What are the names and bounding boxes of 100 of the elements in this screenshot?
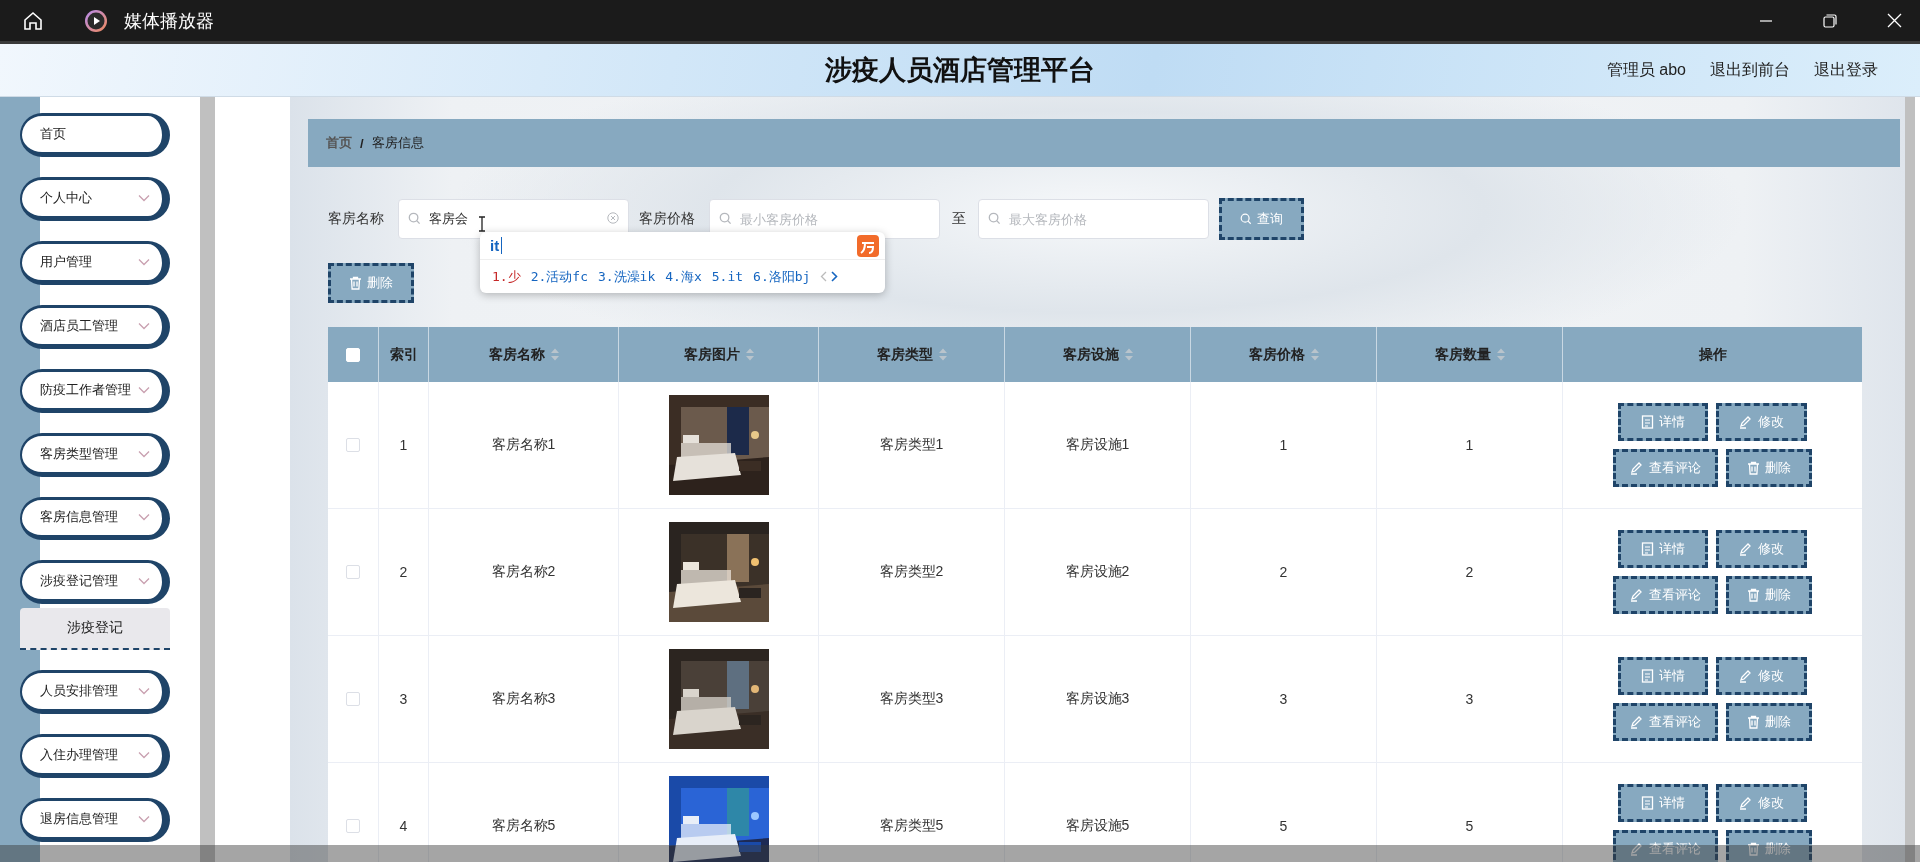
room-type-cell: 客房类型1 [879, 436, 944, 454]
sidebar-item[interactable]: 首页 [20, 113, 170, 157]
index-cell: 4 [399, 818, 408, 834]
select-all-checkbox[interactable] [346, 347, 360, 362]
document-icon [1641, 669, 1654, 683]
trash-icon [1747, 715, 1760, 729]
sidebar-item[interactable]: 人员安排管理 [20, 670, 170, 715]
room-facility-cell: 客房设施3 [1065, 690, 1130, 708]
breadcrumb-separator: / [360, 135, 364, 151]
quantity-cell: 2 [1465, 564, 1474, 580]
trash-icon [1747, 461, 1760, 475]
caret-icon [138, 449, 150, 458]
caret-icon [138, 257, 150, 266]
close-icon[interactable] [1887, 13, 1902, 28]
price-cell: 5 [1279, 818, 1288, 834]
sort-icon[interactable] [1310, 348, 1319, 361]
search-icon [988, 212, 1001, 225]
row-checkbox[interactable] [346, 692, 360, 706]
scrollbar[interactable] [200, 97, 215, 862]
sidebar-item[interactable]: 涉疫登记管理 [20, 560, 170, 605]
header-link[interactable]: 退出登录 [1814, 59, 1878, 81]
pencil-icon [1739, 796, 1753, 810]
restore-icon[interactable] [1823, 13, 1837, 28]
max-price-field[interactable]: 最大客房价格 [978, 199, 1209, 239]
trash-icon [1747, 842, 1760, 856]
pencil-icon [1630, 842, 1644, 856]
ime-candidate[interactable]: 2.活动fc [530, 267, 588, 286]
sidebar-subitem[interactable]: 涉疫登记 [20, 608, 170, 651]
column-header[interactable]: 客房类型 [818, 327, 1004, 382]
sidebar-item[interactable]: 个人中心 [20, 176, 170, 221]
column-header[interactable]: 客房名称 [428, 327, 618, 382]
price-cell: 3 [1279, 691, 1288, 707]
range-separator: 至 [952, 210, 966, 228]
document-icon [1641, 796, 1654, 810]
room-name-cell: 客房名称2 [491, 563, 556, 581]
scrollbar[interactable] [1905, 97, 1915, 862]
pencil-icon [1739, 669, 1753, 683]
quantity-cell: 1 [1465, 437, 1474, 453]
ime-candidate[interactable]: 5.it [711, 269, 744, 284]
field-label: 客房价格 [639, 210, 696, 228]
sort-icon[interactable] [1496, 348, 1505, 361]
sidebar-item[interactable]: 防疫工作者管理 [20, 368, 170, 413]
home-icon[interactable] [22, 9, 44, 32]
index-cell: 3 [399, 691, 408, 707]
index-cell: 2 [399, 564, 408, 580]
column-header[interactable]: 客房设施 [1004, 327, 1190, 382]
breadcrumb-item: 客房信息 [371, 134, 424, 152]
room-facility-cell: 客房设施2 [1065, 563, 1130, 581]
caret-icon [138, 687, 150, 696]
index-cell: 1 [399, 437, 408, 453]
column-header[interactable]: 客房图片 [618, 327, 818, 382]
window-title: 媒体播放器 [124, 9, 214, 33]
sidebar-item[interactable]: 客房信息管理 [20, 496, 170, 541]
caret-icon [138, 321, 150, 330]
sort-icon[interactable] [1124, 348, 1133, 361]
play-icon [84, 8, 108, 33]
pencil-icon [1630, 715, 1644, 729]
room-facility-cell: 客房设施5 [1065, 817, 1130, 835]
header-link[interactable]: 退出到前台 [1710, 59, 1790, 81]
sidebar-item[interactable]: 客房类型管理 [20, 432, 170, 477]
trash-icon [1747, 588, 1760, 602]
caret-icon [138, 751, 150, 760]
pencil-icon [1630, 461, 1644, 475]
pencil-icon [1739, 415, 1753, 429]
caret-icon [138, 815, 150, 824]
column-header: 操作 [1562, 327, 1862, 382]
text-cursor-icon [478, 216, 486, 232]
ime-candidate[interactable]: 6.洛阳bj [753, 267, 811, 286]
room-name-cell: 客房名称3 [491, 690, 556, 708]
room-type-cell: 客房类型5 [879, 817, 944, 835]
row-checkbox[interactable] [346, 819, 360, 833]
room-name-cell: 客房名称5 [491, 817, 556, 835]
document-icon [1641, 542, 1654, 556]
sidebar-item[interactable]: 用户管理 [20, 240, 170, 285]
sidebar-item[interactable]: 退房信息管理 [20, 798, 170, 843]
ime-composition: it [490, 237, 503, 254]
pencil-icon [1739, 542, 1753, 556]
search-icon [408, 212, 421, 225]
clear-icon[interactable] [607, 212, 619, 224]
column-header[interactable]: 客房数量 [1376, 327, 1562, 382]
ime-candidate[interactable]: 4.海x [665, 267, 702, 286]
room-type-cell: 客房类型3 [879, 690, 944, 708]
sort-icon[interactable] [550, 348, 559, 361]
sort-icon[interactable] [745, 348, 754, 361]
breadcrumb-item[interactable]: 首页 [326, 134, 352, 152]
row-checkbox[interactable] [346, 565, 360, 579]
sidebar-item[interactable]: 酒店员工管理 [20, 304, 170, 349]
price-cell: 1 [1279, 437, 1288, 453]
sort-icon[interactable] [938, 348, 947, 361]
pencil-icon [1630, 588, 1644, 602]
caret-icon [138, 385, 150, 394]
column-header[interactable]: 客房价格 [1190, 327, 1376, 382]
caret-icon [138, 513, 150, 522]
search-icon [1240, 213, 1252, 225]
row-checkbox[interactable] [346, 438, 360, 452]
sidebar-item[interactable]: 入住办理管理 [20, 734, 170, 779]
app-title: 涉疫人员酒店管理平台 [825, 54, 1095, 87]
ime-candidate[interactable]: 1.少 [492, 267, 521, 286]
chevron-right-icon[interactable] [831, 271, 839, 282]
ime-candidate[interactable]: 3.洗澡ik [597, 267, 656, 286]
